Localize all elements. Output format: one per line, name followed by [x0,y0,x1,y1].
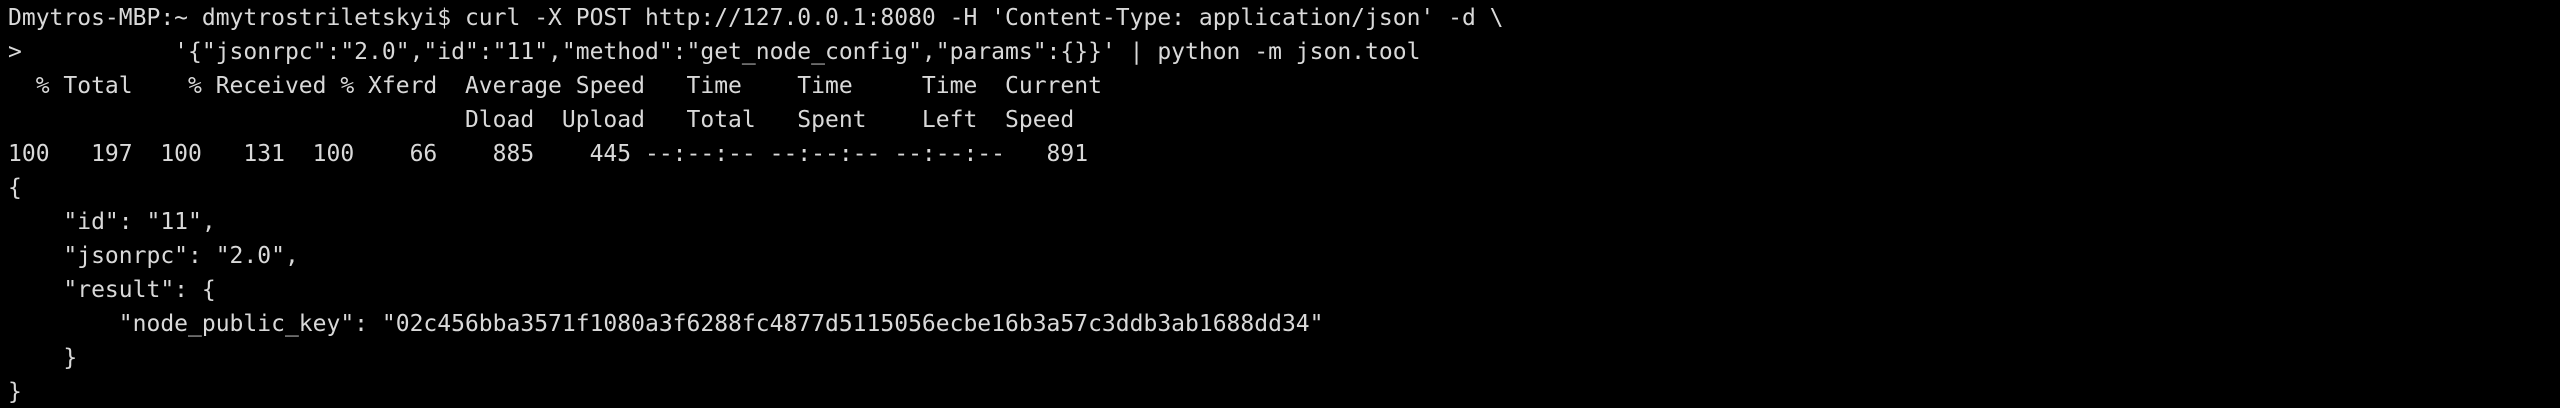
curl-progress-stats: 100 197 100 131 100 66 885 445 --:--:-- … [8,141,1089,167]
curl-progress-header: % Total % Received % Xferd Average Speed… [8,73,1102,99]
json-output-line: } [8,345,78,371]
json-output-line: "id": "11", [8,209,216,235]
prompt-command-line: Dmytros-MBP:~ dmytrostriletskyi$ curl -X… [8,5,1504,31]
json-output-line: "node_public_key": "02c456bba3571f1080a3… [8,311,1324,337]
terminal-window[interactable]: Dmytros-MBP:~ dmytrostriletskyi$ curl -X… [0,1,2560,408]
json-output-line: "jsonrpc": "2.0", [8,243,299,269]
json-output-line: } [8,379,22,405]
json-output-line: "result": { [8,277,216,303]
json-output-line: { [8,175,22,201]
command-continuation-line: > '{"jsonrpc":"2.0","id":"11","method":"… [8,39,1421,65]
curl-progress-subheader: Dload Upload Total Spent Left Speed [8,107,1075,133]
